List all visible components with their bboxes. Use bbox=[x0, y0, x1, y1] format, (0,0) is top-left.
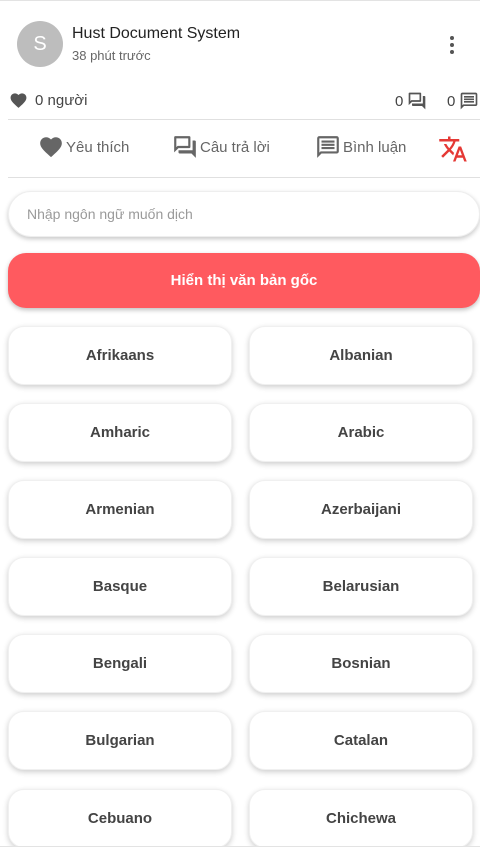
like-button[interactable]: Yêu thích bbox=[38, 134, 129, 160]
language-option[interactable]: Basque bbox=[8, 557, 232, 616]
divider bbox=[8, 177, 480, 178]
language-option[interactable]: Albanian bbox=[249, 326, 473, 385]
action-bar: Yêu thích Câu trả lời Bình luận bbox=[0, 120, 480, 177]
answer-count[interactable]: 0 bbox=[395, 91, 427, 111]
comment-button[interactable]: Bình luận bbox=[315, 134, 406, 160]
comment-icon bbox=[461, 92, 478, 110]
like-count[interactable]: 0 người bbox=[9, 91, 87, 110]
language-option[interactable]: Chichewa bbox=[249, 789, 473, 846]
post-translate-panel: S Hust Document System 38 phút trước 0 n… bbox=[0, 0, 480, 847]
language-option[interactable]: Arabic bbox=[249, 403, 473, 462]
language-option[interactable]: Bengali bbox=[8, 634, 232, 693]
comment-icon bbox=[317, 136, 339, 158]
author-name[interactable]: Hust Document System bbox=[72, 25, 240, 43]
avatar[interactable]: S bbox=[17, 21, 63, 67]
forum-icon bbox=[174, 136, 196, 158]
heart-icon bbox=[40, 137, 62, 158]
show-original-button[interactable]: Hiển thị văn bản gốc bbox=[8, 253, 480, 308]
comment-button-label: Bình luận bbox=[343, 138, 407, 156]
language-option[interactable]: Catalan bbox=[249, 711, 473, 770]
translate-icon[interactable] bbox=[438, 134, 468, 164]
language-option[interactable]: Amharic bbox=[8, 403, 232, 462]
comment-count-text: 0 bbox=[447, 92, 456, 110]
language-option[interactable]: Armenian bbox=[8, 480, 232, 539]
forum-icon bbox=[409, 92, 426, 110]
answer-button[interactable]: Câu trả lời bbox=[172, 134, 270, 160]
like-button-label: Yêu thích bbox=[66, 138, 130, 156]
language-option[interactable]: Cebuano bbox=[8, 789, 232, 846]
post-time: 38 phút trước bbox=[72, 48, 151, 63]
language-option[interactable]: Azerbaijani bbox=[249, 480, 473, 539]
heart-icon bbox=[10, 93, 27, 108]
language-option[interactable]: Afrikaans bbox=[8, 326, 232, 385]
like-count-text: 0 người bbox=[35, 92, 88, 109]
language-option[interactable]: Belarusian bbox=[249, 557, 473, 616]
comment-count[interactable]: 0 bbox=[447, 91, 479, 111]
more-options-icon[interactable] bbox=[442, 33, 462, 57]
post-stats: 0 người 0 0 bbox=[0, 85, 480, 117]
language-option[interactable]: Bosnian bbox=[249, 634, 473, 693]
language-search-input[interactable] bbox=[8, 191, 480, 237]
post-header: S Hust Document System 38 phút trước bbox=[0, 1, 480, 81]
answer-button-label: Câu trả lời bbox=[200, 138, 270, 156]
language-option[interactable]: Bulgarian bbox=[8, 711, 232, 770]
answer-count-text: 0 bbox=[395, 92, 404, 110]
